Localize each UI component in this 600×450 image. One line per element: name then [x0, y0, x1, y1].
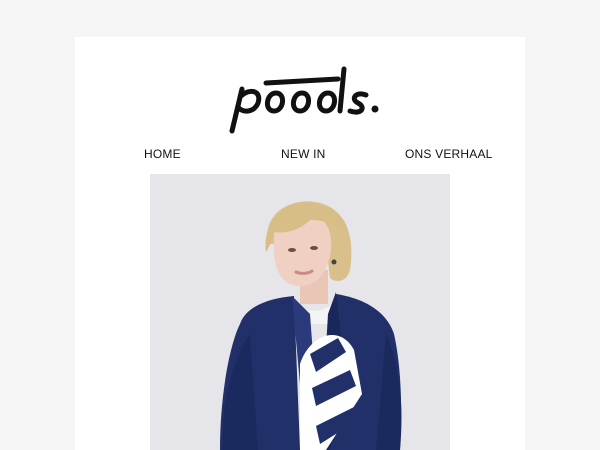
brand-wordmark-icon — [229, 66, 379, 134]
nav-item-new-in[interactable]: NEW IN — [281, 147, 326, 161]
brand-logo[interactable] — [220, 59, 380, 139]
nav-item-home[interactable]: HOME — [144, 147, 181, 161]
nav-item-ons-verhaal[interactable]: ONS VERHAAL — [405, 147, 493, 161]
email-card: HOME NEW IN ONS VERHAAL — [75, 37, 525, 450]
main-nav: HOME NEW IN ONS VERHAAL — [75, 147, 525, 163]
hero-image[interactable] — [150, 174, 450, 450]
hero-photo-icon — [150, 174, 450, 450]
